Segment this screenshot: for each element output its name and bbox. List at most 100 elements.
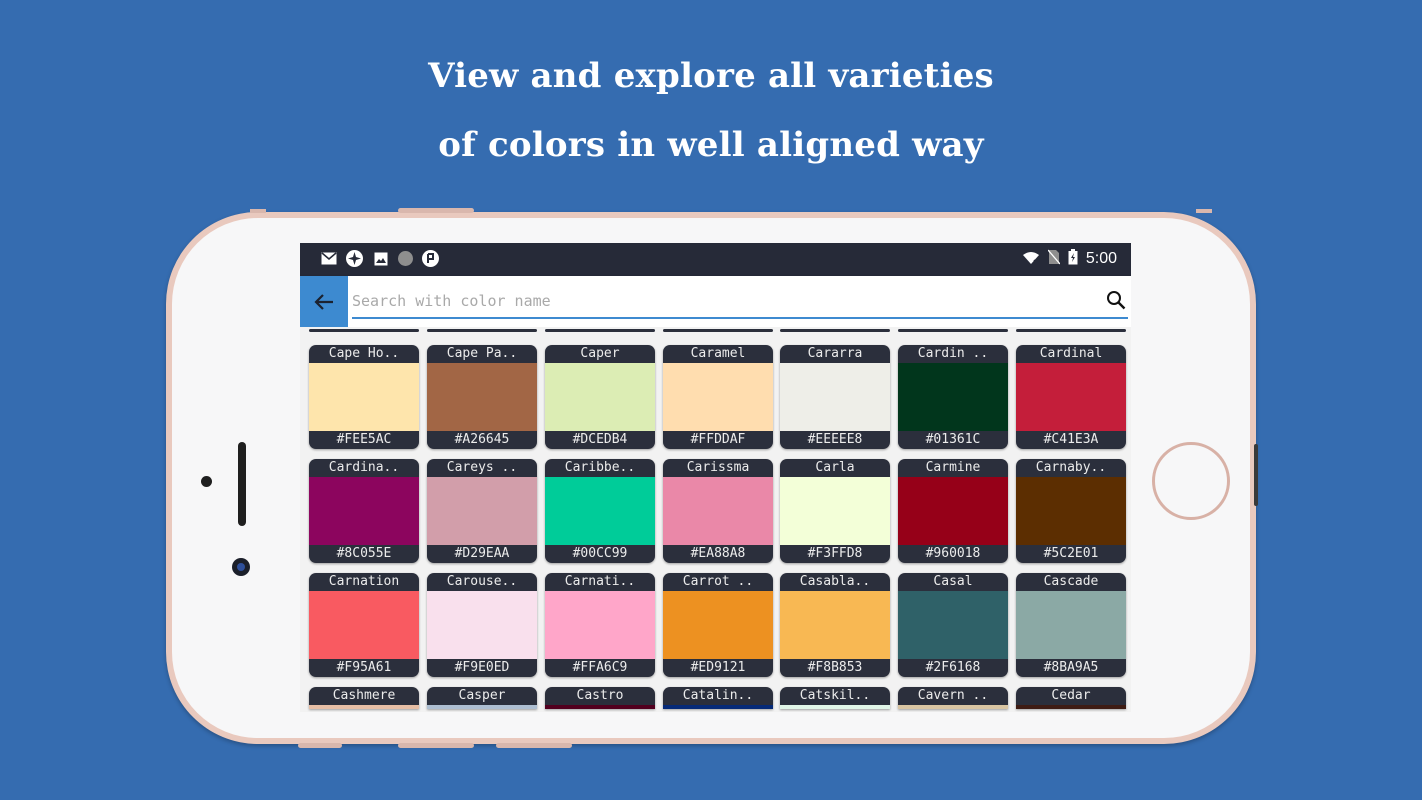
color-name: Casper	[458, 688, 506, 703]
headline-line-2: of colors in well aligned way	[438, 125, 984, 165]
color-tile[interactable]: Casper	[427, 687, 537, 709]
color-tile[interactable]: Cashmere	[309, 687, 419, 709]
color-hex: #FFDDAF	[690, 432, 746, 447]
search-icon[interactable]	[1106, 290, 1126, 310]
color-name: Cascade	[1043, 574, 1099, 589]
color-swatch	[663, 591, 773, 659]
color-swatch	[780, 591, 890, 659]
color-tile[interactable]: Carrot .. #ED9121	[663, 573, 773, 677]
color-name: Carnaby..	[1035, 460, 1107, 475]
color-grid: Cape Ho.. #FEE5AC Cape Pa.. #A26645 Caper #DC…	[300, 327, 1131, 712]
back-arrow-icon[interactable]	[300, 276, 348, 327]
notification-icons	[320, 250, 439, 267]
color-tile[interactable]: Cedar	[1016, 687, 1126, 709]
color-hex: #F95A61	[336, 660, 392, 675]
color-hex: #F9E0ED	[454, 660, 510, 675]
app-screen: 5:00 Cape Ho..#FEE5ACCape Pa..#A26645Cap…	[300, 243, 1131, 712]
color-name: Cape Pa..	[446, 346, 518, 361]
home-button[interactable]	[1152, 442, 1230, 520]
color-tile[interactable]: Carissma #EA88A8	[663, 459, 773, 563]
color-tile[interactable]: Caper #DCEDB4	[545, 345, 655, 449]
color-tile[interactable]: Cascade #8BA9A5	[1016, 573, 1126, 677]
color-hex: #2F6168	[925, 660, 981, 675]
color-name: Catskil..	[799, 688, 871, 703]
color-swatch	[663, 363, 773, 431]
proximity-sensor	[201, 476, 212, 487]
front-camera-icon	[232, 558, 250, 576]
color-tile[interactable]: Carouse.. #F9E0ED	[427, 573, 537, 677]
color-name: Carnati..	[564, 574, 636, 589]
power-button	[1254, 444, 1258, 506]
color-name: Cape Ho..	[328, 346, 400, 361]
color-name: Careys ..	[446, 460, 518, 475]
color-tile[interactable]: Carmine #960018	[898, 459, 1008, 563]
color-tile[interactable]: Carla #F3FFD8	[780, 459, 890, 563]
color-tile[interactable]: Catalin..	[663, 687, 773, 709]
color-name: Cardina..	[328, 460, 400, 475]
color-tile[interactable]: Cape Ho.. #FEE5AC	[309, 345, 419, 449]
color-tile[interactable]: Cardina.. #8C055E	[309, 459, 419, 563]
color-tile[interactable]: Cardinal #C41E3A	[1016, 345, 1126, 449]
color-tile[interactable]: Cape Pa.. #A26645	[427, 345, 537, 449]
search-input[interactable]	[352, 288, 1072, 314]
no-sim-icon	[1047, 249, 1061, 269]
color-hex: #D29EAA	[454, 546, 510, 561]
color-hex: #F8B853	[807, 660, 863, 675]
color-hex: #A26645	[454, 432, 510, 447]
previous-row-edge	[300, 329, 1131, 333]
color-hex: #8C055E	[336, 546, 392, 561]
silent-switch	[298, 743, 342, 748]
color-name: Cardinal	[1039, 346, 1103, 361]
color-swatch	[309, 591, 419, 659]
color-name: Carmine	[925, 460, 981, 475]
color-swatch	[663, 705, 773, 709]
color-name: Carnation	[328, 574, 400, 589]
status-time: 5:00	[1085, 250, 1117, 267]
color-tile[interactable]: Casabla.. #F8B853	[780, 573, 890, 677]
search-bar	[300, 276, 1131, 327]
color-swatch	[309, 705, 419, 709]
color-tile[interactable]: Carnation #F95A61	[309, 573, 419, 677]
volume-down-button	[496, 743, 572, 748]
color-tile[interactable]: Catskil..	[780, 687, 890, 709]
color-swatch	[545, 591, 655, 659]
color-swatch	[309, 363, 419, 431]
color-name: Carissma	[686, 460, 750, 475]
color-swatch	[1016, 363, 1126, 431]
color-swatch	[780, 705, 890, 709]
color-name: Cedar	[1051, 688, 1091, 703]
color-tile[interactable]: Caramel #FFDDAF	[663, 345, 773, 449]
color-tile[interactable]: Carnati.. #FFA6C9	[545, 573, 655, 677]
color-swatch	[545, 477, 655, 545]
color-swatch	[545, 705, 655, 709]
color-swatch	[898, 477, 1008, 545]
color-tile[interactable]: Casal #2F6168	[898, 573, 1008, 677]
color-name: Cavern ..	[917, 688, 989, 703]
battery-charging-icon	[1068, 249, 1078, 269]
color-swatch	[427, 477, 537, 545]
search-underline	[352, 317, 1128, 319]
color-tile[interactable]: Caribbe.. #00CC99	[545, 459, 655, 563]
color-tile[interactable]: Cardin .. #01361C	[898, 345, 1008, 449]
color-name: Casabla..	[799, 574, 871, 589]
color-name: Caramel	[690, 346, 746, 361]
color-tile[interactable]: Carnaby.. #5C2E01	[1016, 459, 1126, 563]
color-swatch	[780, 363, 890, 431]
color-name: Carla	[815, 460, 855, 475]
color-tile[interactable]: Castro	[545, 687, 655, 709]
color-hex: #01361C	[925, 432, 981, 447]
color-swatch	[427, 591, 537, 659]
color-tile[interactable]: Careys .. #D29EAA	[427, 459, 537, 563]
color-swatch	[309, 477, 419, 545]
color-name: Caper	[580, 346, 620, 361]
color-name: Carouse..	[446, 574, 518, 589]
color-hex: #C41E3A	[1043, 432, 1099, 447]
status-bar: 5:00	[300, 243, 1131, 276]
color-hex: #00CC99	[572, 546, 628, 561]
color-tile[interactable]: Cavern ..	[898, 687, 1008, 709]
dot-icon	[398, 251, 413, 266]
color-tile[interactable]: Cararra #EEEEE8	[780, 345, 890, 449]
color-name: Cardin ..	[917, 346, 989, 361]
pinwheel-icon	[346, 250, 363, 267]
color-swatch	[898, 591, 1008, 659]
